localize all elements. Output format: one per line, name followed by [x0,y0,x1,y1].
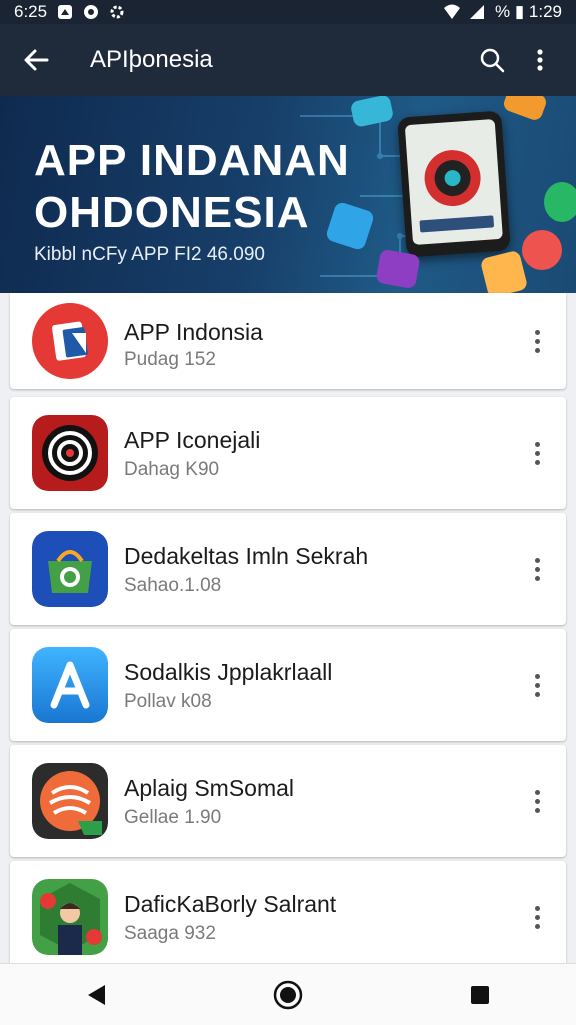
item-more-button[interactable] [522,665,552,705]
app-name: Aplaig SmSomal [124,775,295,801]
search-icon [480,48,505,73]
item-more-button[interactable] [522,781,552,821]
app-meta: Gellae 1.90 [124,807,222,828]
item-more-button[interactable] [522,433,552,473]
more-vert-icon [537,49,543,71]
list-item[interactable]: DaficKaBorly Salrant Saaga 932 [10,861,566,973]
list-item[interactable]: APP Iconejali Dahag K90 [10,397,566,509]
floating-app-tile-pink [375,248,421,290]
item-more-button[interactable] [522,897,552,937]
banner-headline-1: APP INDANAN [34,136,350,185]
item-more-button[interactable] [522,549,552,589]
record-icon [83,4,99,20]
list-item[interactable]: APP Indonsia Pudag 152 [10,293,566,389]
green-bag-app-icon [32,531,108,607]
arrow-left-icon [24,49,49,71]
app-name: APP Iconejali [124,427,261,453]
triangle-back-icon [88,984,105,1005]
target-app-icon [32,415,108,491]
list-item[interactable]: Sodalkis Jpplakrlaall Pollav k08 [10,629,566,741]
floating-app-tile-red [522,230,562,270]
wifi-icon [443,4,460,20]
app-name: Sodalkis Jpplakrlaall [124,659,333,685]
app-name: APP Indonsia [124,319,263,345]
page-title: APIþonesia [90,46,213,73]
overflow-menu-button[interactable] [516,36,564,84]
app-meta: Dahag K90 [124,459,220,480]
item-more-button[interactable] [522,321,552,361]
back-button[interactable] [12,36,60,84]
floating-app-tile-green [544,182,576,222]
app-meta: Pollav k08 [124,691,212,712]
gear-icon [109,4,125,20]
app-meta: Pudag 152 [124,349,216,370]
home-circle-icon [273,980,303,1009]
banner-subtitle: Kibbl nCFy APP FI2 46.090 [34,244,265,265]
notification-icon [57,4,73,20]
home-nav-button[interactable] [264,971,312,1019]
camera-lens-icon [422,148,483,208]
list-item[interactable]: Aplaig SmSomal Gellae 1.90 [10,745,566,857]
status-bar: 6:25 % ▮ 1:29 [0,0,576,24]
phone-illustration [397,110,511,258]
app-bar: APIþonesia [0,24,576,96]
app-meta: Saaga 932 [124,923,216,944]
search-button[interactable] [468,36,516,84]
letter-a-app-icon [32,647,108,723]
promo-banner[interactable]: APP INDANAN OHDONESIA Kibbl nCFy APP FI2… [0,96,576,293]
app-meta: Sahao.1.08 [124,575,222,596]
square-recents-icon [471,985,489,1004]
app-name: Dedakeltas Imln Sekrah [124,543,369,569]
list-item[interactable]: Dedakeltas Imln Sekrah Sahao.1.08 [10,513,566,625]
orange-swirl-app-icon [32,763,108,839]
signal-icon [469,4,485,20]
system-nav-bar [0,963,576,1025]
back-nav-button[interactable] [72,971,120,1019]
status-right-text: % ▮ 1:29 [494,2,562,21]
red-app-icon [32,303,108,379]
banner-headline-2: OHDONESIA [34,188,310,237]
character-app-icon [32,879,108,955]
status-time: 6:25 [14,2,48,21]
recents-nav-button[interactable] [456,971,504,1019]
app-name: DaficKaBorly Salrant [124,891,337,917]
